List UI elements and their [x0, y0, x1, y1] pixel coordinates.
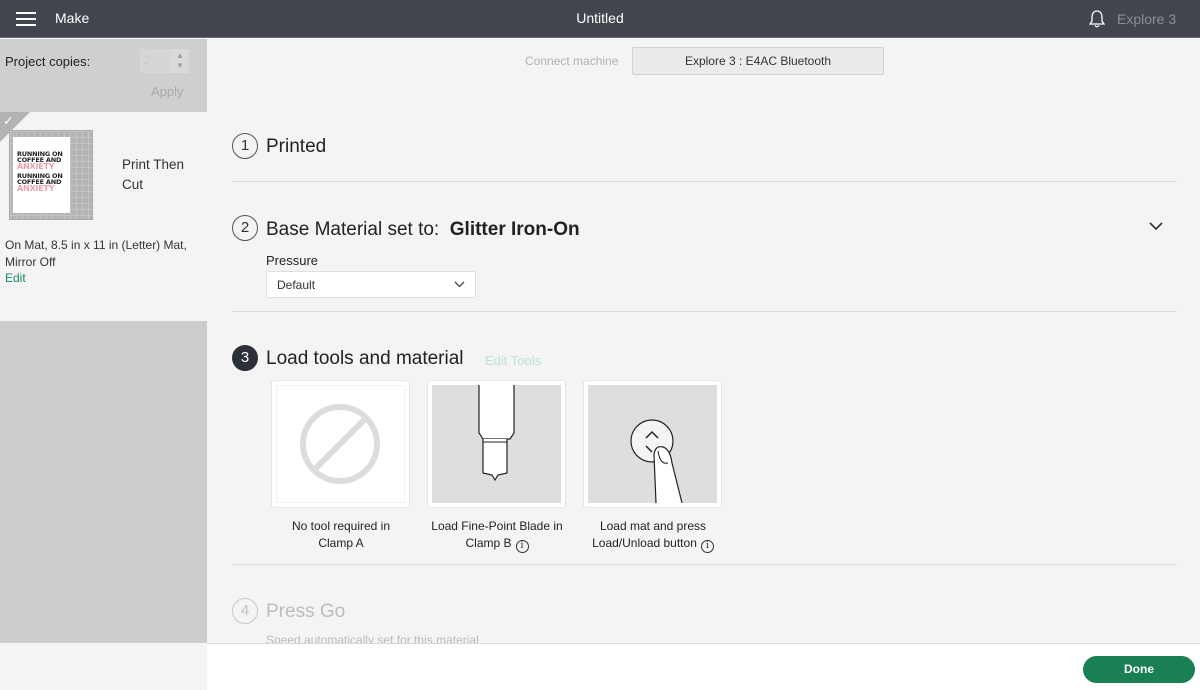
caption-line: Clamp A	[318, 536, 364, 550]
chevron-down-icon	[454, 281, 465, 288]
speed-note: Speed automatically set for this materia…	[266, 633, 479, 643]
check-icon: ✓	[3, 113, 14, 128]
divider	[232, 311, 1177, 312]
mat-title: Print Then Cut	[122, 157, 185, 192]
step-2-number: 2	[232, 215, 258, 241]
caption-line: Load mat and press	[599, 519, 707, 533]
stepper-arrows-icon[interactable]: ▲ ▼	[171, 49, 189, 73]
base-material-value: Glitter Iron-On	[449, 219, 580, 240]
edit-tools-link[interactable]: Edit Tools	[485, 353, 541, 368]
document-title: Untitled	[576, 10, 624, 26]
top-bar: Make Untitled Explore 3	[0, 0, 1200, 38]
tool-caption-clamp-a: No tool required in Clamp A	[261, 518, 421, 552]
caption-line: Load/Unload button i	[573, 535, 733, 553]
apply-button[interactable]: Apply	[151, 84, 184, 99]
load-unload-button-icon	[588, 385, 717, 503]
project-copies-label: Project copies:	[5, 54, 91, 69]
caption-text: Load/Unload button	[592, 536, 697, 550]
step-3-number: 3	[232, 345, 258, 371]
step-1-title: Printed	[266, 136, 327, 157]
pressure-value: Default	[277, 278, 316, 292]
project-copies-stepper[interactable]: 2 ▲ ▼	[140, 49, 189, 73]
caption-line: No tool required in	[291, 519, 391, 533]
bottom-bar: Done	[207, 643, 1200, 690]
done-button[interactable]: Done	[1083, 656, 1195, 683]
divider	[232, 181, 1177, 182]
tool-card-clamp-a	[271, 380, 410, 508]
bottom-left-area	[0, 643, 207, 690]
info-icon[interactable]: i	[515, 540, 529, 553]
hamburger-menu-icon[interactable]	[16, 12, 36, 26]
mat-card[interactable]: ✓ RUNNING ON COFFEE AND ANXIETY RUNNING …	[0, 112, 207, 321]
step-4-number: 4	[232, 598, 258, 624]
step-2-title: Base Material set to: Glitter Iron-On	[266, 219, 580, 241]
app-title: Make	[55, 10, 90, 26]
connect-machine-button[interactable]: Explore 3 : E4AC Bluetooth	[632, 47, 884, 75]
thumb-line: ANXIETY	[17, 184, 55, 193]
machine-name[interactable]: Explore 3	[1117, 11, 1176, 27]
project-copies-row: Project copies: 2 ▲ ▼ Apply	[0, 39, 207, 112]
tool-card-clamp-b	[427, 380, 566, 508]
mat-panel: Project copies: 2 ▲ ▼ Apply ✓ RUNNING ON …	[0, 39, 207, 643]
no-tool-icon	[276, 385, 405, 503]
step-3-title: Load tools and material	[266, 348, 464, 369]
divider	[232, 564, 1177, 565]
caption-line: Clamp Bi	[417, 535, 577, 553]
base-material-prefix: Base Material set to:	[266, 219, 440, 240]
connect-machine-label: Connect machine	[525, 54, 619, 68]
thumb-line: ANXIETY	[17, 162, 55, 171]
pressure-label: Pressure	[266, 253, 319, 268]
project-copies-value: 2	[144, 53, 151, 67]
mat-info: On Mat, 8.5 in x 11 in (Letter) Mat, Mir…	[5, 238, 187, 269]
tool-card-load-mat	[583, 380, 722, 508]
main-content: Connect machine Explore 3 : E4AC Bluetoo…	[207, 39, 1200, 643]
mat-edit-link[interactable]: Edit	[5, 271, 26, 285]
tool-caption-load-mat: Load mat and press Load/Unload button i	[573, 518, 733, 553]
mat-page-preview: RUNNING ON COFFEE AND ANXIETY RUNNING ON…	[13, 137, 70, 213]
step-1-number: 1	[232, 133, 258, 159]
bell-icon[interactable]	[1088, 9, 1106, 29]
pressure-select[interactable]: Default	[266, 271, 476, 298]
chevron-down-icon[interactable]	[1149, 221, 1163, 231]
step-4-title: Press Go	[266, 601, 346, 622]
info-icon[interactable]: i	[700, 540, 714, 553]
tool-caption-clamp-b: Load Fine-Point Blade in Clamp Bi	[417, 518, 577, 553]
caption-text: Clamp B	[465, 536, 512, 550]
caption-line: Load Fine-Point Blade in	[431, 519, 563, 533]
mat-thumbnail[interactable]: RUNNING ON COFFEE AND ANXIETY RUNNING ON…	[9, 130, 93, 220]
fine-point-blade-icon	[432, 385, 561, 503]
